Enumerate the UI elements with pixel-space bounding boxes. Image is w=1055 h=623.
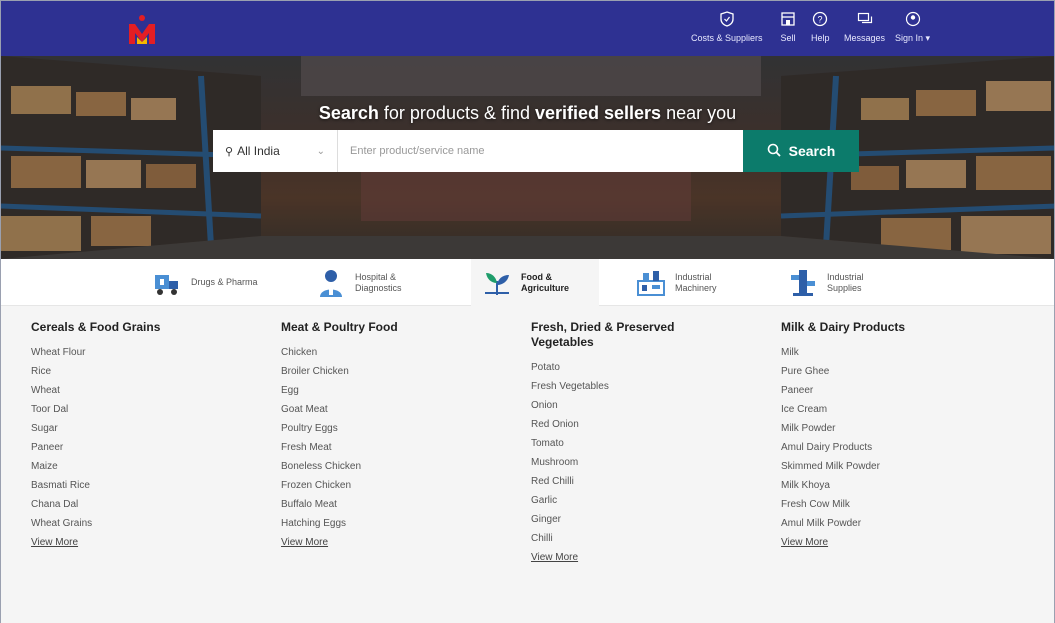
doctor-icon <box>313 265 349 301</box>
tab-label: Drugs & Pharma <box>191 277 258 287</box>
nav-label: Help <box>811 33 830 43</box>
list-item[interactable]: Paneer <box>31 438 261 457</box>
view-more-link[interactable]: View More <box>781 533 1011 552</box>
list-item[interactable]: Amul Milk Powder <box>781 514 1011 533</box>
tab-drugs-pharma[interactable]: Drugs & Pharma <box>149 259 289 306</box>
search-button-label: Search <box>788 143 836 159</box>
page: Costs & Suppliers Sell ? Help Messages S… <box>0 0 1055 623</box>
user-icon <box>904 10 922 28</box>
nav-messages[interactable]: Messages <box>844 10 885 43</box>
machinery-icon <box>633 265 669 301</box>
list-item[interactable]: Chicken <box>281 343 511 362</box>
location-select[interactable]: ⚲ All India ⌄ <box>213 130 338 172</box>
list-item[interactable]: Goat Meat <box>281 400 511 419</box>
column-dairy: Milk & Dairy Products Milk Pure Ghee Pan… <box>781 320 1011 552</box>
column-heading[interactable]: Cereals & Food Grains <box>31 320 261 335</box>
location-value: All India <box>237 144 280 158</box>
list-item[interactable]: Potato <box>531 358 731 377</box>
list-item[interactable]: Milk Powder <box>781 419 1011 438</box>
list-item[interactable]: Garlic <box>531 491 731 510</box>
nav-label: Costs & Suppliers <box>691 33 763 43</box>
help-icon: ? <box>811 10 829 28</box>
list-item[interactable]: Red Chilli <box>531 472 731 491</box>
list-item[interactable]: Wheat Grains <box>31 514 261 533</box>
column-meat-poultry: Meat & Poultry Food Chicken Broiler Chic… <box>281 320 511 552</box>
hero-title: Search for products & find verified sell… <box>318 103 737 123</box>
tab-industrial-machinery[interactable]: Industrial Machinery <box>633 259 773 306</box>
list-item[interactable]: Amul Dairy Products <box>781 438 1011 457</box>
supplies-icon <box>785 265 821 301</box>
list-item[interactable]: Wheat Flour <box>31 343 261 362</box>
list-item[interactable]: Tomato <box>531 434 731 453</box>
column-vegetables: Fresh, Dried & Preserved Vegetables Pota… <box>531 320 731 567</box>
list-item[interactable]: Rice <box>31 362 261 381</box>
list-item[interactable]: Wheat <box>31 381 261 400</box>
shield-icon <box>718 10 736 28</box>
list-item[interactable]: Broiler Chicken <box>281 362 511 381</box>
list-item[interactable]: Hatching Eggs <box>281 514 511 533</box>
view-more-link[interactable]: View More <box>281 533 511 552</box>
nav-help[interactable]: ? Help <box>811 10 830 43</box>
site-logo[interactable] <box>125 13 159 47</box>
svg-text:?: ? <box>818 15 823 25</box>
list-item[interactable]: Sugar <box>31 419 261 438</box>
search-input[interactable] <box>338 130 743 172</box>
list-item[interactable]: Toor Dal <box>31 400 261 419</box>
pharma-truck-icon <box>149 265 185 301</box>
tab-label: Industrial Machinery <box>675 271 717 293</box>
list-item[interactable]: Buffalo Meat <box>281 495 511 514</box>
hero-banner: Search for products & find verified sell… <box>1 56 1054 259</box>
list-item[interactable]: Paneer <box>781 381 1011 400</box>
tab-label: Hospital & Diagnostics <box>355 271 402 293</box>
tab-label: Food & Agriculture <box>521 271 570 293</box>
list-item[interactable]: Ice Cream <box>781 400 1011 419</box>
chevron-down-icon: ⌄ <box>316 145 325 157</box>
tab-food-agriculture[interactable]: Food & Agriculture <box>471 259 599 306</box>
tab-label: Industrial Supplies <box>827 271 864 293</box>
list-item[interactable]: Fresh Vegetables <box>531 377 731 396</box>
list-item[interactable]: Ginger <box>531 510 731 529</box>
nav-sell[interactable]: Sell <box>779 10 797 43</box>
category-tabs: Drugs & Pharma Hospital & Diagnostics Fo… <box>1 259 1054 306</box>
tab-hospital-diagnostics[interactable]: Hospital & Diagnostics <box>313 259 453 306</box>
column-heading[interactable]: Fresh, Dried & Preserved Vegetables <box>531 320 731 350</box>
list-item[interactable]: Red Onion <box>531 415 731 434</box>
nav-costs-suppliers[interactable]: Costs & Suppliers <box>691 10 763 43</box>
search-bar: ⚲ All India ⌄ Search <box>213 130 859 172</box>
list-item[interactable]: Chana Dal <box>31 495 261 514</box>
search-icon <box>767 143 781 160</box>
messages-icon <box>856 10 874 28</box>
view-more-link[interactable]: View More <box>531 548 731 567</box>
category-listing: Cereals & Food Grains Wheat Flour Rice W… <box>1 306 1054 623</box>
tab-industrial-supplies[interactable]: Industrial Supplies <box>785 259 925 306</box>
nav-label: Sell <box>780 33 796 43</box>
list-item[interactable]: Frozen Chicken <box>281 476 511 495</box>
nav-label: Sign In ▾ <box>895 33 931 43</box>
list-item[interactable]: Poultry Eggs <box>281 419 511 438</box>
list-item[interactable]: Pure Ghee <box>781 362 1011 381</box>
list-item[interactable]: Chilli <box>531 529 731 548</box>
list-item[interactable]: Maize <box>31 457 261 476</box>
list-item[interactable]: Mushroom <box>531 453 731 472</box>
column-heading[interactable]: Milk & Dairy Products <box>781 320 1011 335</box>
view-more-link[interactable]: View More <box>31 533 261 552</box>
list-item[interactable]: Basmati Rice <box>31 476 261 495</box>
storefront-icon <box>779 10 797 28</box>
list-item[interactable]: Boneless Chicken <box>281 457 511 476</box>
column-cereals: Cereals & Food Grains Wheat Flour Rice W… <box>31 320 261 552</box>
list-item[interactable]: Fresh Cow Milk <box>781 495 1011 514</box>
list-item[interactable]: Fresh Meat <box>281 438 511 457</box>
location-pin-icon: ⚲ <box>225 145 234 158</box>
sprout-icon <box>479 265 515 301</box>
column-heading[interactable]: Meat & Poultry Food <box>281 320 511 335</box>
list-item[interactable]: Milk Khoya <box>781 476 1011 495</box>
nav-sign-in[interactable]: Sign In ▾ <box>895 10 930 44</box>
list-item[interactable]: Milk <box>781 343 1011 362</box>
top-header: Costs & Suppliers Sell ? Help Messages S… <box>1 1 1054 56</box>
nav-label: Messages <box>844 33 886 43</box>
search-button[interactable]: Search <box>743 130 859 172</box>
list-item[interactable]: Skimmed Milk Powder <box>781 457 1011 476</box>
list-item[interactable]: Egg <box>281 381 511 400</box>
list-item[interactable]: Onion <box>531 396 731 415</box>
